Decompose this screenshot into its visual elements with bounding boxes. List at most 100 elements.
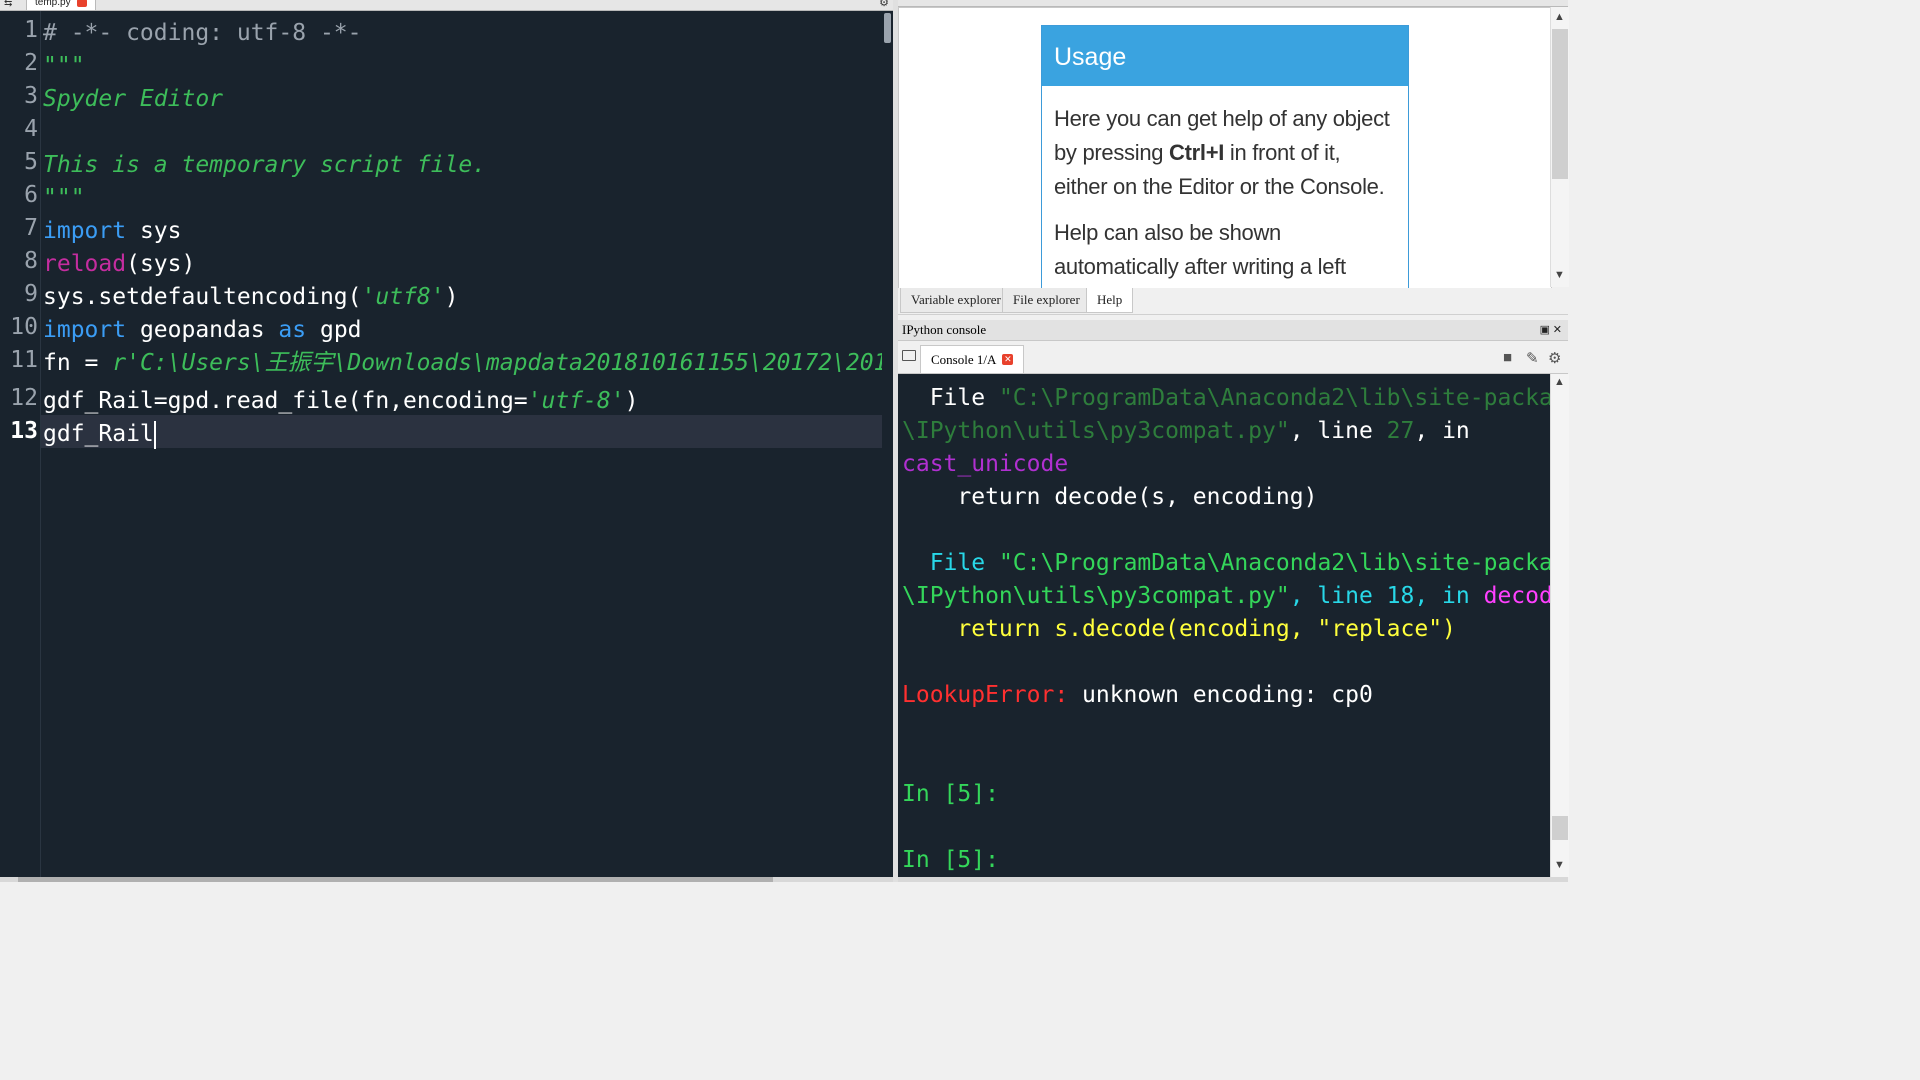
browse-tabs-icon[interactable]: ⇆ — [4, 0, 12, 9]
editor-horizontal-scrollbar[interactable] — [0, 877, 893, 882]
string: r'C:\Users\王振宇\Downloads\mapdata20181016… — [112, 350, 893, 376]
traceback-code: return decode(s, encoding) — [902, 484, 1318, 510]
builtin: reload — [43, 251, 127, 277]
line-label: , line — [1289, 418, 1387, 444]
code-text: geopandas — [126, 317, 279, 343]
help-vertical-scrollbar[interactable]: ▲ ▼ — [1550, 7, 1569, 287]
editor-tabbar: ⇆ temp.py ⚙ — [0, 0, 893, 11]
console-titlebar: IPython console ▣ ✕ — [898, 320, 1568, 341]
traceback-line: \IPython\utils\py3compat.py", line 27, i… — [902, 415, 1470, 448]
code-text: gdf_Rail=gpd.read_file(fn,encoding= — [43, 388, 528, 414]
line-number: 9 — [24, 281, 38, 307]
file-label: File — [929, 385, 999, 411]
file-label: File — [929, 550, 999, 576]
code-line: This is a temporary script file. — [43, 149, 486, 182]
code-line: sys.setdefaultencoding('utf8') — [43, 281, 458, 314]
scroll-thumb[interactable] — [1552, 29, 1568, 179]
stop-icon[interactable]: ■ — [1503, 349, 1512, 366]
code-editor[interactable]: 1 2 3 4 5 6 7 8 9 10 11 12 13 # -*- codi… — [0, 11, 893, 877]
line-number: 6 — [24, 182, 38, 208]
keyword: import — [43, 317, 127, 343]
tab-variable-explorer[interactable]: Variable explorer — [900, 288, 1012, 313]
keyword: import — [43, 218, 127, 244]
error-name: LookupError: — [902, 682, 1069, 708]
line-number: 27 — [1386, 418, 1415, 444]
scroll-thumb[interactable] — [884, 13, 891, 43]
help-pane: Usage Here you can get help of any objec… — [898, 7, 1552, 289]
code-line: fn = r'C:\Users\王振宇\Downloads\mapdata201… — [43, 347, 893, 380]
shortcut-text: Ctrl+I — [1169, 140, 1225, 165]
line-number: 2 — [24, 50, 38, 76]
line-number: 4 — [24, 116, 38, 142]
editor-tab-label: temp.py — [35, 0, 71, 8]
code-line: import geopandas as gpd — [43, 314, 362, 347]
options-gear-icon[interactable]: ⚙ — [1548, 349, 1561, 367]
undock-close-icons[interactable]: ▣ ✕ — [1540, 320, 1562, 340]
input-prompt: In [5]: — [902, 781, 999, 807]
console-tab-label: Console 1/A — [931, 352, 997, 367]
file-path: "C:\ProgramData\Anaconda2\lib\site-packa… — [998, 385, 1550, 411]
editor-tab-temp[interactable]: temp.py — [26, 0, 96, 10]
usage-body: Here you can get help of any object by p… — [1042, 86, 1408, 288]
text-caret — [153, 420, 156, 449]
line-number: 3 — [24, 83, 38, 109]
file-path: \IPython\utils\py3compat.py" — [902, 583, 1290, 609]
options-gear-icon[interactable]: ⚙ — [879, 0, 889, 9]
comment: # -*- coding: utf-8 -*- — [43, 20, 362, 46]
code-text: sys — [126, 218, 182, 244]
folder-icon[interactable] — [902, 350, 916, 361]
docstring: Spyder Editor — [43, 86, 224, 112]
error-line: LookupError: unknown encoding: cp0 — [902, 679, 1373, 712]
scroll-up-icon[interactable]: ▲ — [1554, 376, 1565, 388]
console-output[interactable]: File "C:\ProgramData\Anaconda2\lib\site-… — [898, 374, 1550, 877]
traceback-line: File "C:\ProgramData\Anaconda2\lib\site-… — [902, 547, 1550, 580]
code-line: import sys — [43, 215, 181, 248]
code-text: ) — [624, 388, 639, 414]
line-number: 10 — [10, 314, 38, 340]
scroll-up-icon[interactable]: ▲ — [1554, 11, 1565, 23]
usage-paragraph: Help can also be shown automatically aft… — [1054, 220, 1346, 279]
help-toolbar — [898, 0, 1568, 7]
file-path: \IPython\utils\py3compat.py" — [902, 418, 1290, 444]
close-console-icon[interactable]: ✕ — [1002, 354, 1014, 365]
docstring: """ — [43, 185, 85, 211]
scroll-down-icon[interactable]: ▼ — [1554, 859, 1565, 871]
file-path: "C:\ProgramData\Anaconda2\lib\site-packa… — [998, 550, 1550, 576]
console-vertical-scrollbar[interactable]: ▲ ▼ — [1550, 374, 1569, 877]
scroll-thumb[interactable] — [1552, 816, 1568, 840]
scroll-down-icon[interactable]: ▼ — [1554, 269, 1565, 281]
line-number: 12 — [10, 385, 38, 411]
line-number: 7 — [24, 215, 38, 241]
close-tab-icon[interactable] — [76, 0, 87, 7]
code-line: reload(sys) — [43, 248, 195, 281]
docstring: This is a temporary script file. — [43, 152, 487, 178]
current-line-number: 13 — [10, 418, 38, 444]
code-text: gpd — [306, 317, 362, 343]
in-label: , in — [1414, 418, 1470, 444]
scroll-thumb[interactable] — [18, 877, 773, 882]
tab-help[interactable]: Help — [1086, 288, 1134, 313]
editor-vertical-scrollbar[interactable] — [882, 11, 893, 877]
error-message: unknown encoding: cp0 — [1068, 682, 1373, 708]
editor-pane: ⇆ temp.py ⚙ 1 2 3 4 5 6 7 8 9 10 11 12 1… — [0, 0, 893, 882]
console-tab[interactable]: Console 1/A ✕ — [920, 345, 1025, 373]
code-text: ) — [444, 284, 459, 310]
status-strip — [898, 877, 1568, 882]
keyword: as — [278, 317, 307, 343]
code-line: # -*- coding: utf-8 -*- — [43, 17, 362, 50]
current-line-highlight — [41, 415, 883, 448]
code-line: """ — [43, 50, 85, 83]
usage-paragraph: Here you can get help of any object by p… — [1054, 102, 1396, 204]
line-number: 5 — [24, 149, 38, 175]
usage-title: Usage — [1042, 26, 1408, 86]
clear-eraser-icon[interactable]: ✎ — [1526, 349, 1539, 367]
line-number: 1 — [24, 17, 38, 43]
code-text: (sys) — [126, 251, 196, 277]
code-line: """ — [43, 182, 85, 215]
input-prompt: In [5]: — [902, 847, 999, 873]
code-line-current: gdf_Rail — [43, 418, 156, 451]
tab-file-explorer[interactable]: File explorer — [1002, 288, 1091, 313]
traceback-line: \IPython\utils\py3compat.py", line 18, i… — [902, 580, 1550, 613]
line-number: 11 — [10, 347, 38, 373]
console-title: IPython console — [902, 322, 987, 337]
